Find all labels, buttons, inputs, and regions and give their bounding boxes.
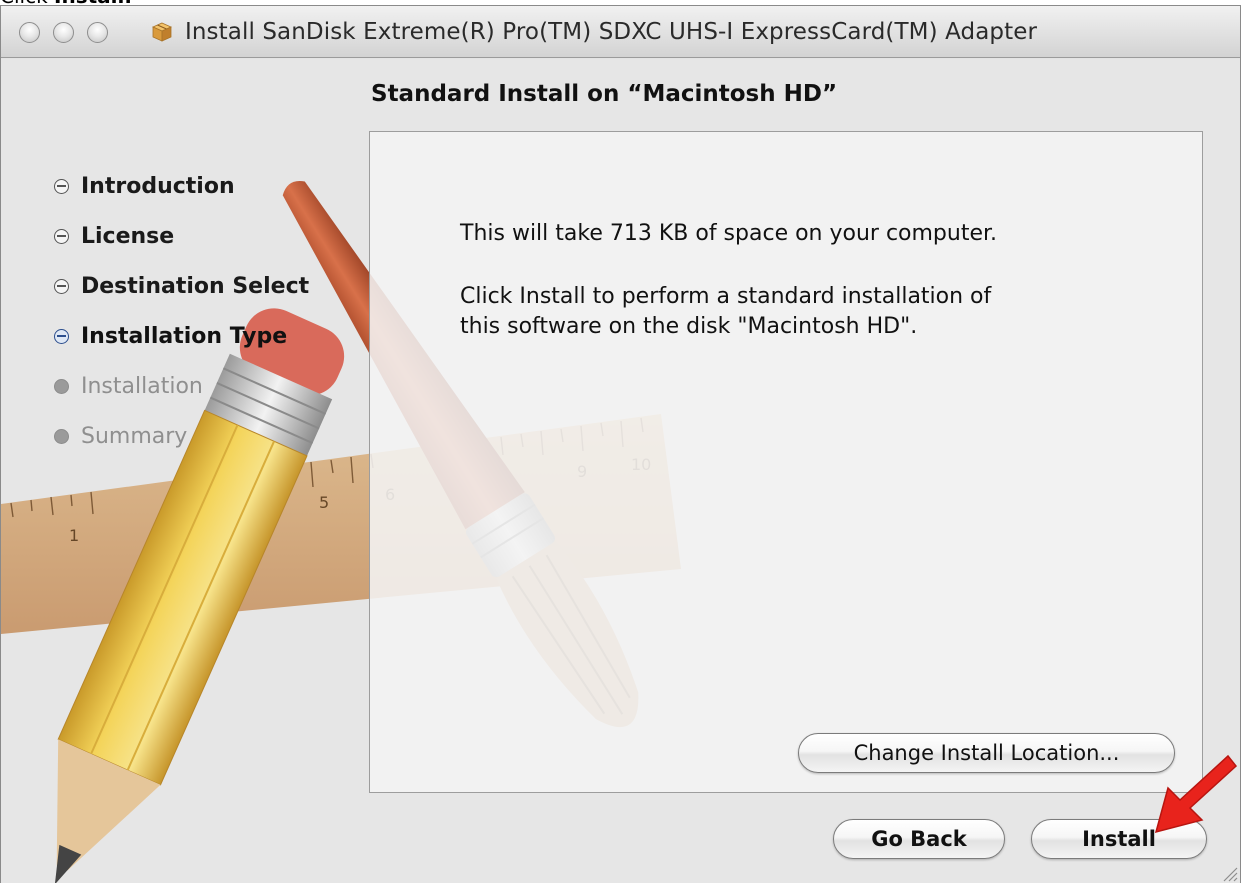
step-label: Summary <box>81 423 188 449</box>
install-description-text: Click Install to perform a standard inst… <box>460 284 992 339</box>
red-arrow-icon <box>1154 754 1238 834</box>
step-label: Introduction <box>81 173 235 199</box>
installer-content: 1 4 5 6 9 10 <box>1 59 1240 883</box>
step-label: Installation Type <box>81 323 288 349</box>
step-done-icon <box>54 278 69 294</box>
minimize-window-button[interactable] <box>53 22 74 43</box>
step-installation: Installation <box>54 369 203 403</box>
install-info-panel: This will take 713 KB of space on your c… <box>369 131 1203 793</box>
step-label: License <box>81 223 175 249</box>
installer-window: Install SanDisk Extreme(R) Pro(TM) SDXC … <box>0 5 1241 883</box>
page-title: Standard Install on “Macintosh HD” <box>371 81 838 107</box>
step-pending-icon <box>54 428 69 444</box>
package-icon <box>152 22 172 42</box>
title-bar[interactable]: Install SanDisk Extreme(R) Pro(TM) SDXC … <box>1 6 1240 58</box>
step-label: Destination Select <box>81 273 310 299</box>
step-summary: Summary <box>54 419 187 453</box>
step-destination-select: Destination Select <box>54 269 309 303</box>
step-done-icon <box>54 178 69 194</box>
ruler-number-5: 5 <box>319 493 329 512</box>
resize-grip-icon[interactable] <box>1220 864 1238 882</box>
step-current-icon <box>54 328 69 344</box>
ruler-number-1: 1 <box>69 526 79 545</box>
space-required-text: This will take 713 KB of space on your c… <box>460 221 998 246</box>
go-back-button[interactable]: Go Back <box>833 819 1005 859</box>
step-installation-type: Installation Type <box>54 319 287 353</box>
step-label: Installation <box>81 373 203 399</box>
window-title: Install SanDisk Extreme(R) Pro(TM) SDXC … <box>185 19 1038 45</box>
step-done-icon <box>54 228 69 244</box>
step-introduction: Introduction <box>54 169 235 203</box>
change-install-location-button[interactable]: Change Install Location... <box>798 733 1175 773</box>
step-pending-icon <box>54 378 69 394</box>
close-window-button[interactable] <box>19 22 40 43</box>
step-license: License <box>54 219 174 253</box>
zoom-window-button[interactable] <box>87 22 108 43</box>
